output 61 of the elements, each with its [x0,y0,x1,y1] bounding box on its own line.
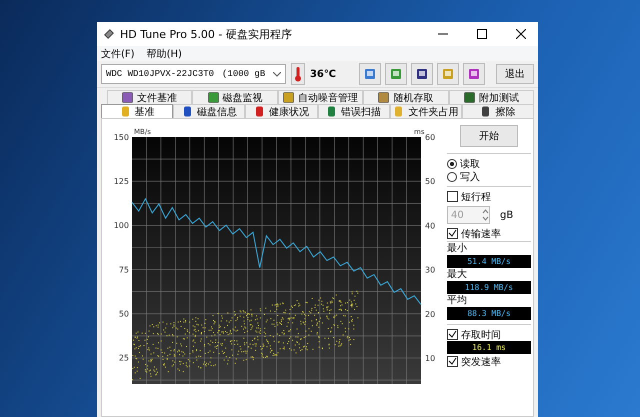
checkbox-option[interactable]: 突发速率 [447,355,531,368]
axis-tick-label: 50 [425,177,436,186]
checkbox[interactable] [447,228,458,239]
axis-tick-label: 150 [114,133,129,142]
axis-tick-label: 125 [114,177,129,186]
maximize-icon [477,29,487,39]
toolbar-button[interactable] [411,63,433,85]
check-icon [448,229,457,238]
drive-dropdown[interactable]: WDC WD10JPVX-22JC3T0 (1000 gB [101,64,286,84]
stat-label: 平均 [447,295,468,307]
start-button[interactable]: 开始 [460,125,518,147]
stat-label: 最大 [447,269,468,281]
checkbox[interactable] [447,329,458,340]
checkbox[interactable] [447,356,458,367]
checkbox-option[interactable]: 存取时间 [447,328,531,341]
unit-label: gB [500,210,514,220]
checkbox[interactable] [447,191,458,202]
axis-tick-label: 75 [118,265,129,274]
tab[interactable]: 文件基准 [107,90,192,104]
temperature-button[interactable] [291,63,305,85]
radio-button[interactable] [447,172,457,182]
tab[interactable]: 健康状况 [245,104,318,118]
axis-tick-label: 10 [425,354,436,363]
temperature-reading: 36℃ [310,68,336,80]
tab[interactable]: 磁盘信息 [173,104,246,118]
tab[interactable]: 基准 [101,104,174,118]
tab[interactable]: 错误扫描 [318,104,390,118]
tab[interactable]: 擦除 [462,104,534,118]
menu-item[interactable]: 帮助(H) [146,46,182,60]
axis-tick-label: 20 [425,310,436,319]
access-time-readout: 16.1 ms [447,341,531,354]
tab[interactable]: 自动噪音管理 [278,90,364,104]
exit-button[interactable]: 退出 [496,64,534,84]
close-icon [516,29,526,39]
checkbox-option[interactable]: 传输速率 [447,227,531,240]
check-icon [448,330,457,339]
axis-tick-label: 40 [425,221,436,230]
stat-readout: 88.3 MB/s [447,307,531,320]
axis-tick-label: 25 [118,354,129,363]
stat-readout: 118.9 MB/s [447,281,531,294]
checkbox-option[interactable]: 短行程 [447,190,531,203]
toolbar-button[interactable] [463,63,485,85]
tab[interactable]: 随机存取 [363,90,449,104]
tab[interactable]: 磁盘监视 [192,90,278,104]
stat-readout: 51.4 MB/s [447,255,531,268]
axis-tick-label: 50 [118,309,129,318]
thermometer-icon [294,66,302,82]
axis-tick-label: 30 [425,266,436,275]
radio-button[interactable] [447,158,457,168]
stat-label: 最小 [447,243,468,255]
menu-item[interactable]: 文件(F) [101,46,135,60]
check-icon [448,357,457,366]
axis-tick-label: 60 [425,133,436,142]
radio-option[interactable]: 读取 [447,157,531,170]
spin-arrows-icon [482,208,489,222]
tab[interactable]: 附加测试 [448,90,534,104]
window-title: HD Tune Pro 5.00 - 硬盘实用程序 [120,26,293,42]
radio-option[interactable]: 写入 [447,170,531,183]
caret-icon [273,72,282,76]
tab[interactable]: 文件夹占用 [390,104,462,118]
axis-tick-label: 100 [114,221,129,230]
